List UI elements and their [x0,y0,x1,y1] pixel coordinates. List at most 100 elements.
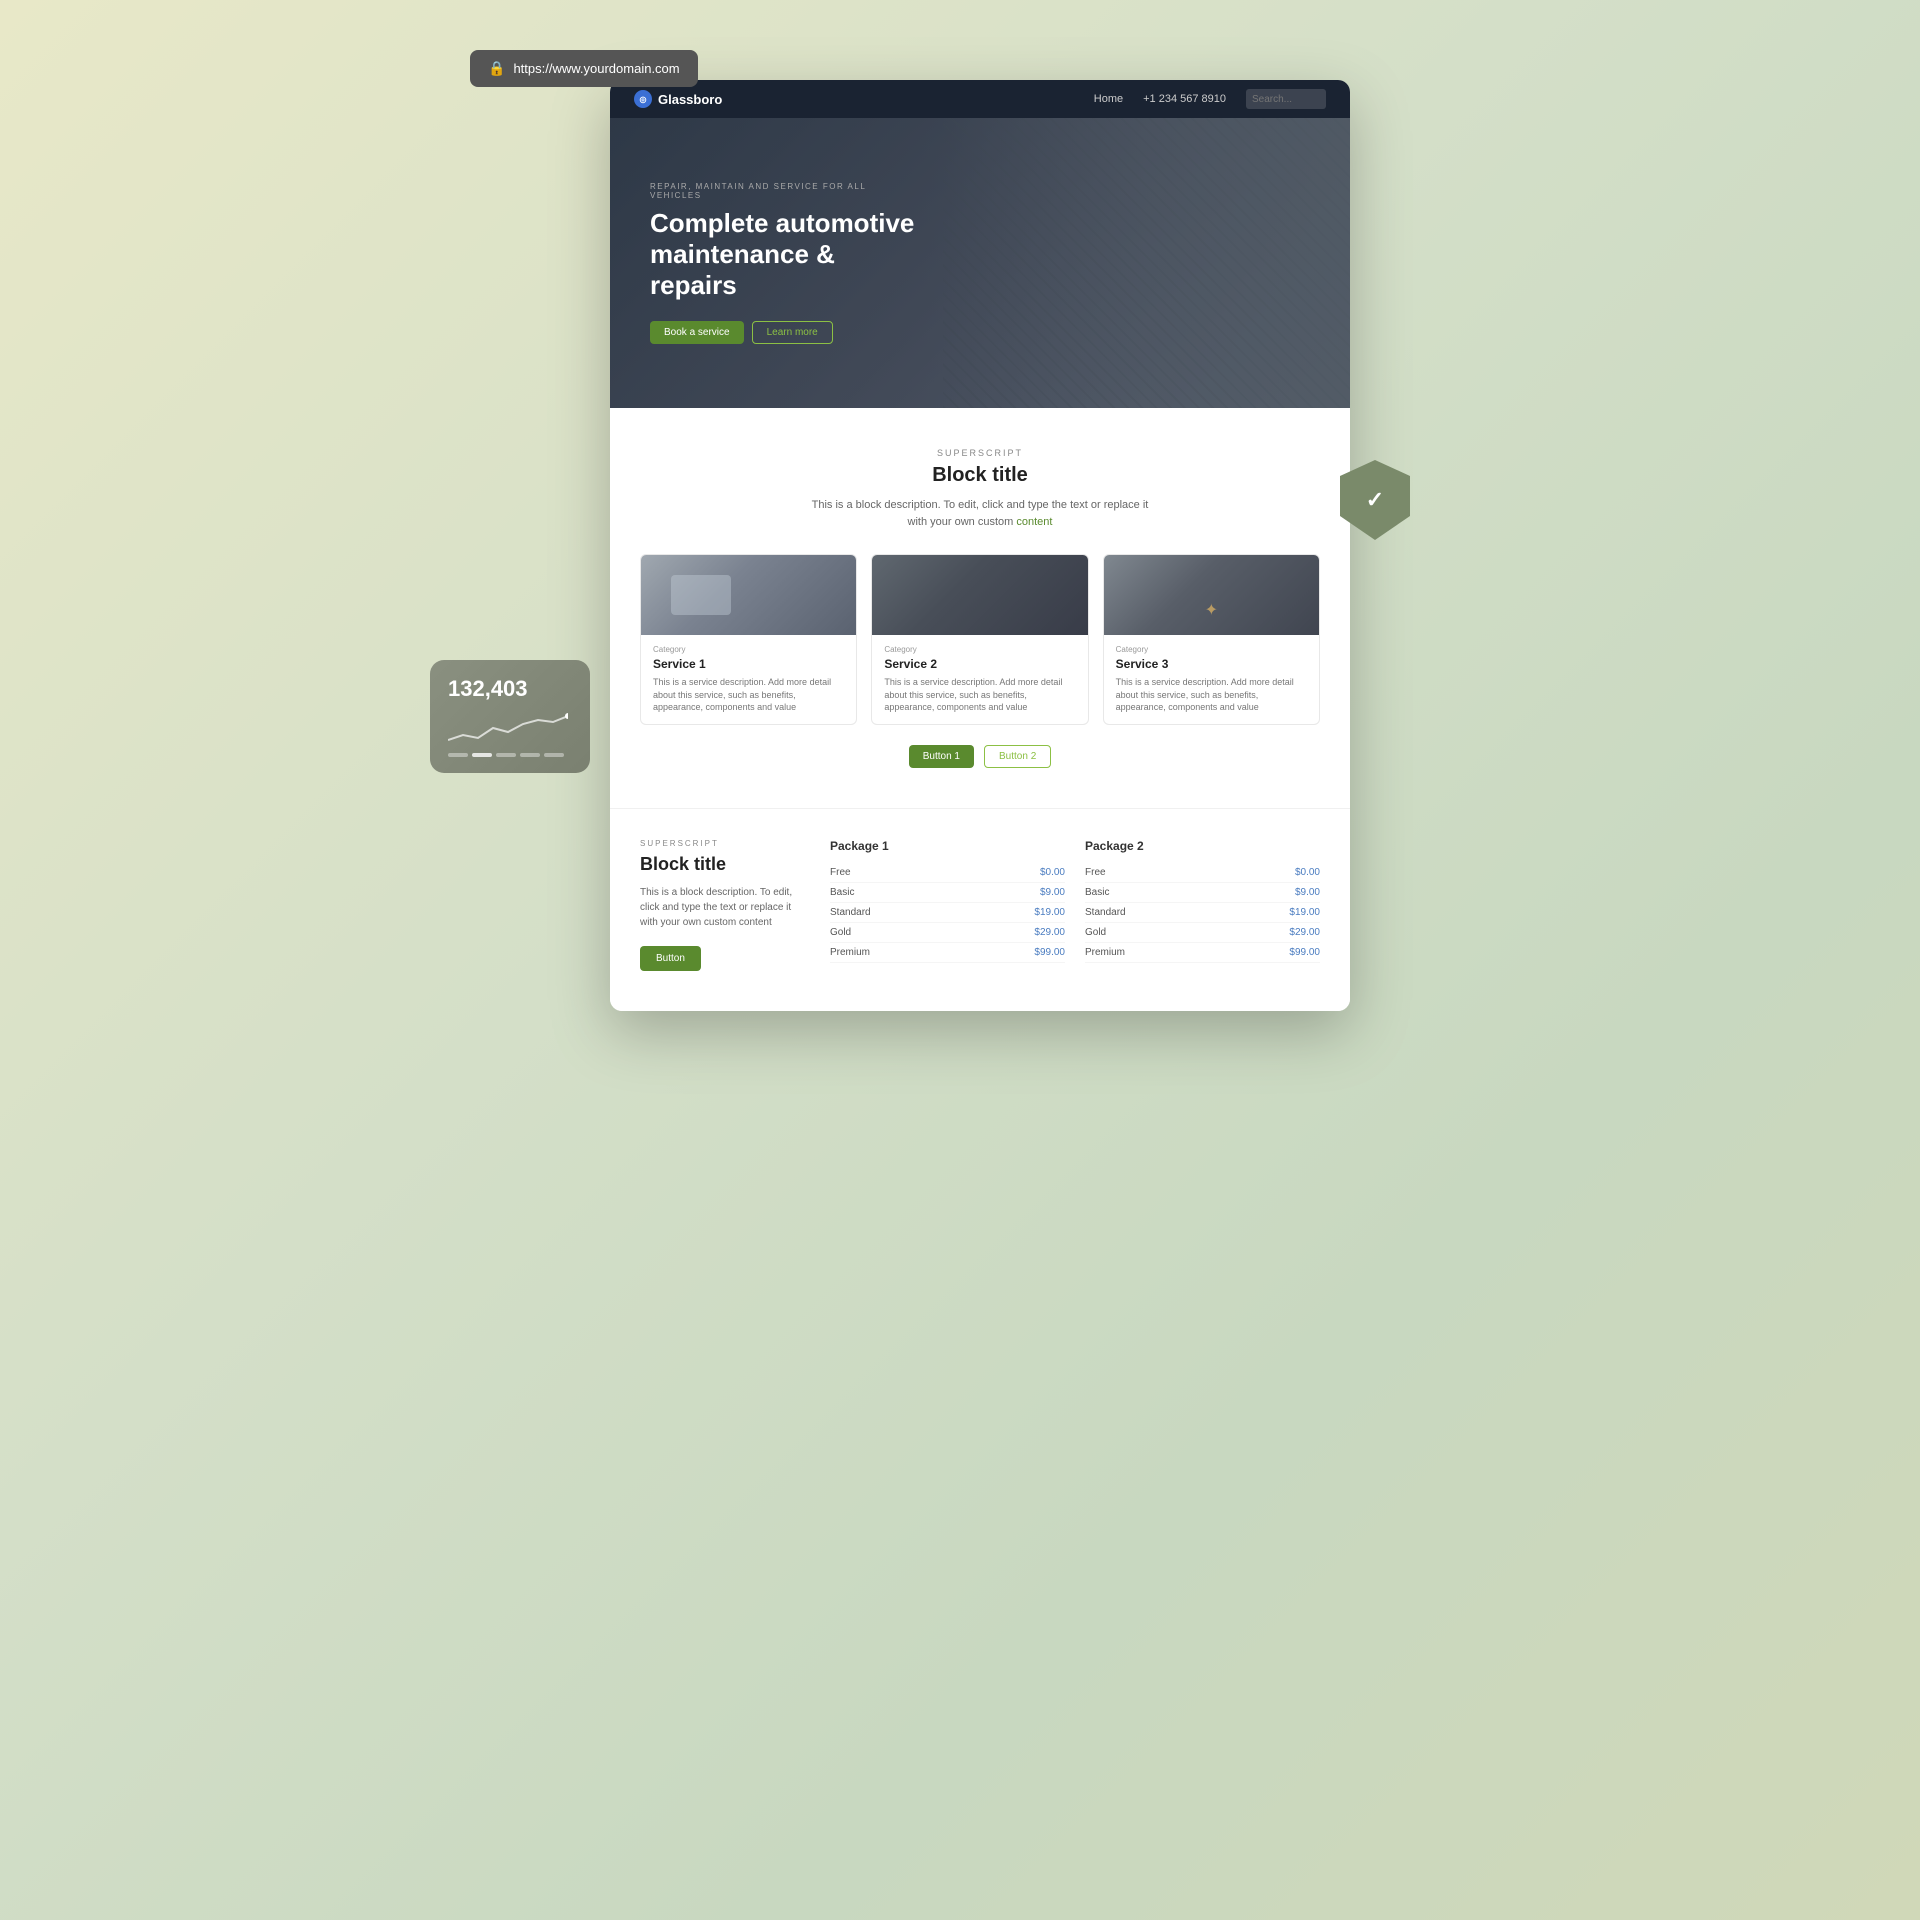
pricing-desc: This is a block description. To edit, cl… [640,885,800,930]
hero-mechanic-image [943,118,1350,408]
package-2-value-premium: $99.00 [1289,947,1320,958]
services-section-header: SUPERSCRIPT Block title This is a block … [640,448,1320,530]
service-card-3-desc: This is a service description. Add more … [1116,676,1307,714]
package-1-row-premium: Premium $99.00 [830,943,1065,963]
service-cards: Category Service 1 This is a service des… [640,554,1320,725]
pricing-layout: SUPERSCRIPT Block title This is a block … [640,839,1320,971]
pricing-section: SUPERSCRIPT Block title This is a block … [610,808,1350,1011]
services-section: SUPERSCRIPT Block title This is a block … [610,408,1350,808]
package-2-label-premium: Premium [1085,947,1125,958]
package-2-value-gold: $29.00 [1289,927,1320,938]
package-2-value-standard: $19.00 [1289,907,1320,918]
package-2-value-free: $0.00 [1295,867,1320,878]
pricing-button[interactable]: Button [640,946,701,971]
package-1-label-gold: Gold [830,927,851,938]
services-button-2[interactable]: Button 2 [984,745,1051,768]
package-1-row-free: Free $0.00 [830,863,1065,883]
nav-links: Home +1 234 567 8910 [1094,89,1326,109]
service-card-1-category: Category [653,645,844,654]
package-1-value-basic: $9.00 [1040,887,1065,898]
site-nav: ◎ Glassboro Home +1 234 567 8910 [610,80,1350,118]
url-bar: 🔒 https://www.yourdomain.com [470,50,698,87]
pricing-title: Block title [640,854,800,875]
package-1-row-basic: Basic $9.00 [830,883,1065,903]
package-2-title: Package 2 [1085,839,1320,853]
book-service-button[interactable]: Book a service [650,321,744,344]
package-2-label-gold: Gold [1085,927,1106,938]
services-button-1[interactable]: Button 1 [909,745,974,768]
service-card-1-body: Category Service 1 This is a service des… [641,635,856,724]
logo-icon: ◎ [634,90,652,108]
pricing-package-2: Package 2 Free $0.00 Basic $9.00 Standar… [1085,839,1320,971]
stats-dot-3 [496,753,516,757]
package-2-label-basic: Basic [1085,887,1109,898]
service-card-2-desc: This is a service description. Add more … [884,676,1075,714]
stats-chart [448,710,572,745]
package-1-title: Package 1 [830,839,1065,853]
hero-section: REPAIR, MAINTAIN AND SERVICE FOR ALL VEH… [610,118,1350,408]
url-text: https://www.yourdomain.com [513,61,679,76]
nav-search-input[interactable] [1246,89,1326,109]
stats-dot-2 [472,753,492,757]
service-card-3-category: Category [1116,645,1307,654]
pricing-superscript: SUPERSCRIPT [640,839,800,848]
service-card-1: Category Service 1 This is a service des… [640,554,857,725]
service-card-3-image [1104,555,1319,635]
learn-more-button[interactable]: Learn more [752,321,833,344]
services-section-buttons: Button 1 Button 2 [640,745,1320,768]
package-2-row-basic: Basic $9.00 [1085,883,1320,903]
stats-dot-4 [520,753,540,757]
service-card-1-title: Service 1 [653,657,844,671]
package-1-row-standard: Standard $19.00 [830,903,1065,923]
package-2-label-standard: Standard [1085,907,1126,918]
package-2-row-standard: Standard $19.00 [1085,903,1320,923]
service-card-1-image [641,555,856,635]
hero-content: REPAIR, MAINTAIN AND SERVICE FOR ALL VEH… [610,182,960,345]
pricing-package-1: Package 1 Free $0.00 Basic $9.00 Standar… [830,839,1065,971]
stats-card: 132,403 [430,660,590,773]
package-1-label-basic: Basic [830,887,854,898]
service-card-3-body: Category Service 3 This is a service des… [1104,635,1319,724]
package-1-value-free: $0.00 [1040,867,1065,878]
package-1-label-free: Free [830,867,851,878]
package-1-value-standard: $19.00 [1034,907,1065,918]
stats-dot-5 [544,753,564,757]
package-2-label-free: Free [1085,867,1106,878]
nav-logo: ◎ Glassboro [634,90,722,108]
pricing-right: Package 1 Free $0.00 Basic $9.00 Standar… [830,839,1320,971]
stats-number: 132,403 [448,676,572,702]
service-card-3: Category Service 3 This is a service des… [1103,554,1320,725]
service-card-2-body: Category Service 2 This is a service des… [872,635,1087,724]
package-2-row-gold: Gold $29.00 [1085,923,1320,943]
shield-badge [1340,460,1410,540]
hero-superscript: REPAIR, MAINTAIN AND SERVICE FOR ALL VEH… [650,182,920,200]
package-1-label-premium: Premium [830,947,870,958]
services-desc-link[interactable]: content [1016,516,1052,528]
service-card-2-image [872,555,1087,635]
nav-home-link[interactable]: Home [1094,93,1123,105]
package-1-value-gold: $29.00 [1034,927,1065,938]
lock-icon: 🔒 [488,60,505,77]
services-description: This is a block description. To edit, cl… [810,497,1150,530]
services-title: Block title [640,464,1320,487]
nav-phone: +1 234 567 8910 [1143,93,1226,105]
package-1-value-premium: $99.00 [1034,947,1065,958]
service-card-2-title: Service 2 [884,657,1075,671]
hero-buttons: Book a service Learn more [650,321,920,344]
package-2-value-basic: $9.00 [1295,887,1320,898]
logo-text: Glassboro [658,92,722,107]
stats-dots [448,753,572,757]
browser-window: ◎ Glassboro Home +1 234 567 8910 REPAIR,… [610,80,1350,1011]
stats-dot-1 [448,753,468,757]
hero-title: Complete automotive maintenance & repair… [650,208,920,302]
services-superscript: SUPERSCRIPT [640,448,1320,458]
service-card-2: Category Service 2 This is a service des… [871,554,1088,725]
service-card-2-category: Category [884,645,1075,654]
package-2-row-premium: Premium $99.00 [1085,943,1320,963]
package-1-row-gold: Gold $29.00 [830,923,1065,943]
pricing-left: SUPERSCRIPT Block title This is a block … [640,839,800,971]
package-1-label-standard: Standard [830,907,871,918]
package-2-row-free: Free $0.00 [1085,863,1320,883]
service-card-3-title: Service 3 [1116,657,1307,671]
service-card-1-desc: This is a service description. Add more … [653,676,844,714]
